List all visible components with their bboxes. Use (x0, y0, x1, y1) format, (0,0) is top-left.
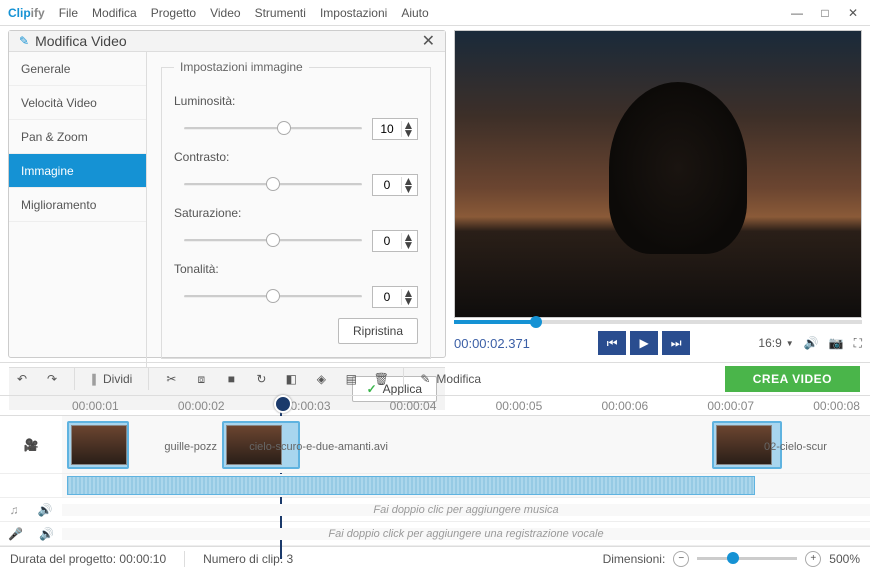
contrast-slider[interactable] (184, 175, 362, 195)
reset-button[interactable]: Ripristina (338, 318, 418, 344)
prev-button[interactable]: ⏮ (598, 331, 626, 355)
zoom-value: 500% (829, 552, 860, 566)
pencil-icon: ✎ (420, 372, 430, 386)
clip-2[interactable]: cielo-scuro-e-due-amanti.avi (222, 421, 300, 469)
clip-3[interactable]: 02-cielo-scur (712, 421, 782, 469)
stop-icon[interactable]: ■ (219, 367, 243, 391)
timeline: 00:00:0100:00:0200:00:0300:00:0400:00:05… (0, 396, 870, 546)
video-preview (454, 30, 862, 318)
brightness-label: Luminosità: (174, 94, 252, 108)
voice-track-icon: 🎤 (8, 527, 23, 541)
undo-icon[interactable]: ↶ (10, 367, 34, 391)
menu-settings[interactable]: Impostazioni (320, 6, 387, 20)
menu-edit[interactable]: Modifica (92, 6, 137, 20)
menubar: Clipify File Modifica Progetto Video Str… (0, 0, 870, 26)
hue-label: Tonalità: (174, 262, 252, 276)
snapshot-icon[interactable]: 📷 (829, 336, 844, 350)
tab-enhance[interactable]: Miglioramento (9, 188, 146, 222)
adjust-icon[interactable]: ◧ (279, 367, 303, 391)
tab-speed[interactable]: Velocità Video (9, 86, 146, 120)
toolbar: ↶ ↷ ∥Dividi ✂ ⧈ ■ ↻ ◧ ◈ ▤ 🗑 ✎Modifica CR… (0, 362, 870, 396)
zoom-out-icon[interactable]: − (673, 551, 689, 567)
cut-icon[interactable]: ✂ (159, 367, 183, 391)
hue-slider[interactable] (184, 287, 362, 307)
brightness-slider[interactable] (184, 119, 362, 139)
next-button[interactable]: ⏭ (662, 331, 690, 355)
voice-mute-icon[interactable]: 🔊 (39, 527, 54, 541)
timecode: 00:00:02.371 (454, 336, 530, 351)
menu-project[interactable]: Progetto (151, 6, 196, 20)
saturation-slider[interactable] (184, 231, 362, 251)
play-button[interactable]: ▶ (630, 331, 658, 355)
audio-waveform[interactable] (67, 476, 755, 495)
volume-icon[interactable]: 🔊 (804, 336, 819, 350)
split-icon: ∥ (91, 372, 97, 386)
aspect-ratio[interactable]: 16:9▼ (758, 336, 793, 350)
music-mute-icon[interactable]: 🔊 (38, 503, 53, 517)
menu-help[interactable]: Aiuto (401, 6, 428, 20)
edit-panel: ✎ Modifica Video ✕ Generale Velocità Vid… (8, 30, 446, 358)
tab-general[interactable]: Generale (9, 52, 146, 86)
crop-icon[interactable]: ⧈ (189, 367, 213, 391)
group-label: Impostazioni immagine (174, 60, 309, 74)
split-button[interactable]: ∥Dividi (85, 372, 138, 386)
video-track-icon: 🎥 (24, 438, 39, 452)
music-track-icon: ♫ (10, 503, 19, 517)
minimize-icon[interactable]: — (788, 6, 806, 20)
maximize-icon[interactable]: □ (816, 6, 834, 20)
contrast-spin[interactable]: ▲▼ (372, 174, 418, 196)
zoom-in-icon[interactable]: + (805, 551, 821, 567)
hue-spin[interactable]: ▲▼ (372, 286, 418, 308)
fullscreen-icon[interactable]: ⛶ (854, 336, 862, 351)
status-bar: Durata del progetto: 00:00:10 Numero di … (0, 546, 870, 570)
app-logo: Clipify (8, 5, 45, 20)
menu-tools[interactable]: Strumenti (255, 6, 306, 20)
clip-1[interactable]: guille-pozz (67, 421, 129, 469)
voice-hint[interactable]: Fai doppio click per aggiungere una regi… (62, 528, 870, 540)
saturation-spin[interactable]: ▲▼ (372, 230, 418, 252)
saturation-label: Saturazione: (174, 206, 252, 220)
panel-title: Modifica Video (35, 33, 127, 49)
menu-video[interactable]: Video (210, 6, 240, 20)
edit-icon: ✎ (19, 34, 29, 48)
tab-image[interactable]: Immagine (9, 154, 146, 188)
edit-button[interactable]: ✎Modifica (414, 372, 487, 386)
close-icon[interactable]: ✕ (844, 6, 862, 20)
contrast-label: Contrasto: (174, 150, 252, 164)
playback-scrubber[interactable] (454, 320, 862, 324)
zoom-slider[interactable] (697, 557, 797, 560)
redo-icon[interactable]: ↷ (40, 367, 64, 391)
tab-panzoom[interactable]: Pan & Zoom (9, 120, 146, 154)
preview-pane: 00:00:02.371 ⏮ ▶ ⏭ 16:9▼ 🔊 📷 ⛶ (454, 30, 862, 358)
menu-file[interactable]: File (59, 6, 78, 20)
rotate-icon[interactable]: ↻ (249, 367, 273, 391)
panel-close-icon[interactable]: ✕ (422, 31, 435, 51)
brightness-spin[interactable]: ▲▼ (372, 118, 418, 140)
create-video-button[interactable]: CREA VIDEO (725, 366, 860, 392)
stabilize-icon[interactable]: ◈ (309, 367, 333, 391)
chroma-icon[interactable]: ▤ (339, 367, 363, 391)
music-hint[interactable]: Fai doppio clic per aggiungere musica (62, 504, 870, 516)
delete-icon[interactable]: 🗑 (369, 367, 393, 391)
